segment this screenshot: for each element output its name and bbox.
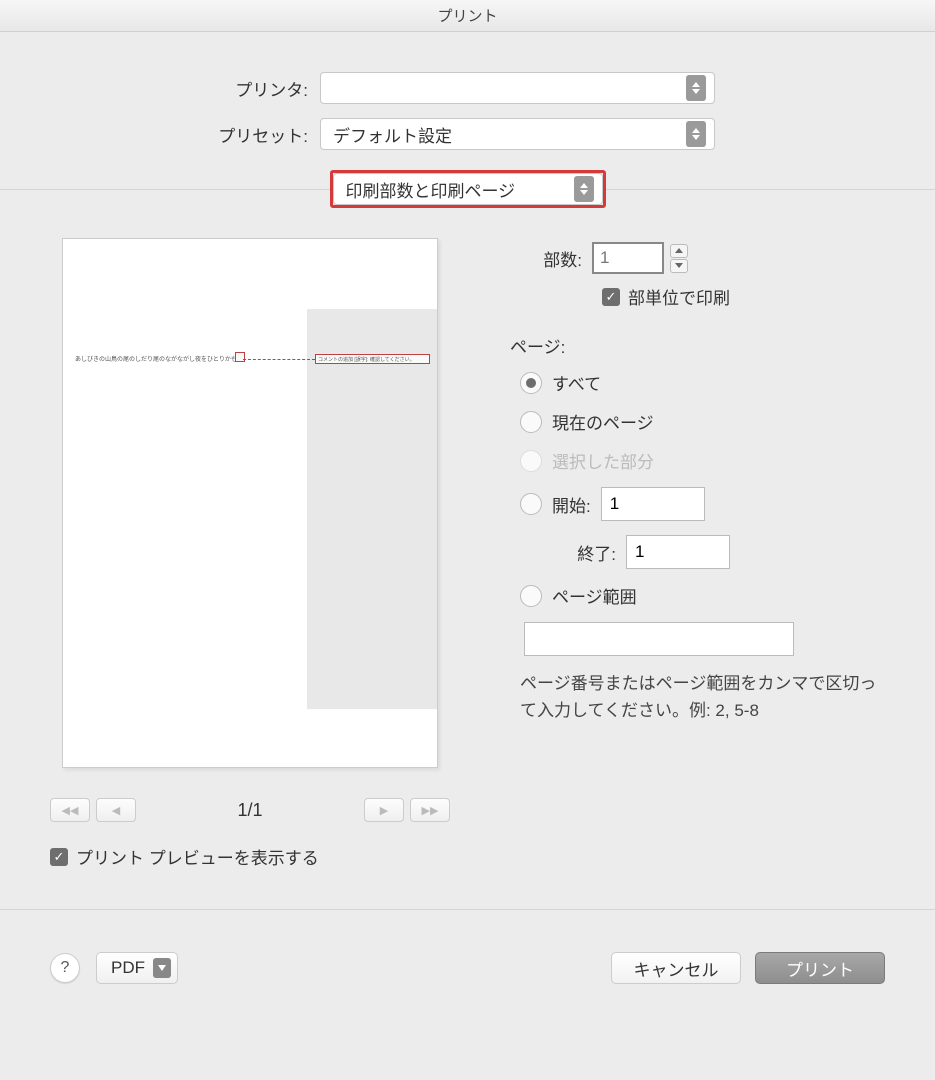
updown-icon	[686, 121, 706, 147]
pages-range-label: ページ範囲	[552, 583, 637, 608]
pages-current-radio[interactable]	[520, 411, 542, 433]
print-button[interactable]: プリント	[755, 952, 885, 984]
section-select[interactable]: 印刷部数と印刷ページ	[333, 173, 603, 205]
updown-icon	[686, 75, 706, 101]
updown-icon	[574, 176, 594, 202]
pages-all-radio[interactable]	[520, 372, 542, 394]
pages-range-radio[interactable]	[520, 585, 542, 607]
show-preview-checkbox[interactable]: ✓	[50, 848, 68, 866]
copies-step-up[interactable]	[670, 244, 688, 258]
first-page-button[interactable]: ◀◀	[50, 798, 90, 822]
collate-label: 部単位で印刷	[628, 284, 730, 309]
pages-all-label: すべて	[552, 370, 601, 395]
pages-selection-radio	[520, 450, 542, 472]
prev-page-button[interactable]: ◀	[96, 798, 136, 822]
copies-label: 部数:	[510, 246, 592, 271]
window-title: プリント	[437, 5, 497, 26]
pages-label: ページ:	[510, 333, 885, 358]
section-value: 印刷部数と印刷ページ	[346, 177, 516, 202]
pages-selection-label: 選択した部分	[552, 448, 654, 473]
last-page-button[interactable]: ▶▶	[410, 798, 450, 822]
preview-comment-line	[243, 359, 315, 360]
pages-range-hint: ページ番号またはページ範囲をカンマで区切って入力してください。例: 2, 5-8	[520, 670, 885, 724]
window-titlebar: プリント	[0, 0, 935, 32]
printer-select[interactable]	[320, 72, 715, 104]
next-page-button[interactable]: ▶	[364, 798, 404, 822]
show-preview-label: プリント プレビューを表示する	[76, 844, 319, 869]
preset-select[interactable]: デフォルト設定	[320, 118, 715, 150]
print-preview-page: あしびきの山鳥の尾のしだり尾のながながし夜をひとりかも コメントの追加 [誤字]…	[62, 238, 438, 768]
copies-input[interactable]	[592, 242, 664, 274]
collate-checkbox[interactable]: ✓	[602, 288, 620, 306]
footer-divider	[0, 909, 935, 910]
preview-comment-box: コメントの追加 [誤字]: 確認してください。	[315, 354, 430, 364]
preset-value: デフォルト設定	[333, 122, 452, 147]
section-select-highlight: 印刷部数と印刷ページ	[330, 170, 606, 208]
preset-label: プリセット:	[50, 122, 320, 147]
chevron-down-icon	[153, 958, 171, 978]
preview-margin-area	[307, 309, 437, 709]
pages-range-input[interactable]	[524, 622, 794, 656]
cancel-button[interactable]: キャンセル	[611, 952, 741, 984]
printer-label: プリンタ:	[50, 76, 320, 101]
pages-from-input[interactable]	[601, 487, 705, 521]
pages-current-label: 現在のページ	[552, 409, 654, 434]
page-indicator: 1/1	[237, 800, 262, 821]
pages-to-label: 終了:	[564, 540, 616, 565]
help-button[interactable]: ?	[50, 953, 80, 983]
pages-from-radio[interactable]	[520, 493, 542, 515]
pages-to-input[interactable]	[626, 535, 730, 569]
pages-from-label: 開始:	[552, 492, 591, 517]
preview-comment-mark	[235, 352, 245, 362]
pdf-menu-button[interactable]: PDF	[96, 952, 178, 984]
copies-step-down[interactable]	[670, 259, 688, 273]
pdf-label: PDF	[111, 958, 145, 978]
preview-sample-text: あしびきの山鳥の尾のしだり尾のながながし夜をひとりかも	[75, 354, 237, 363]
